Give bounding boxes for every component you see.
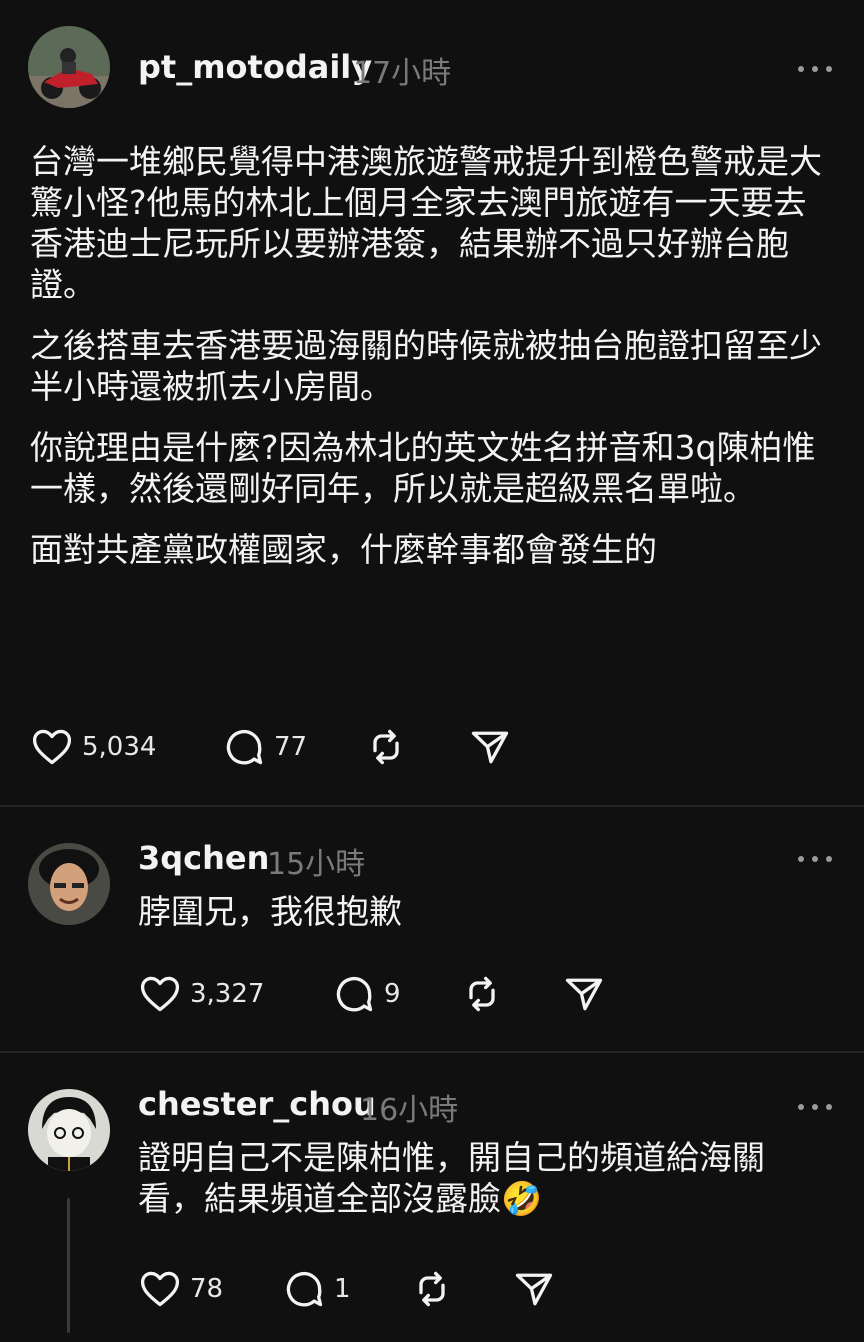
action-bar: 5,034 77 bbox=[30, 722, 530, 772]
avatar[interactable] bbox=[28, 843, 110, 925]
comment-icon bbox=[226, 730, 263, 765]
repost-button[interactable] bbox=[460, 969, 504, 1019]
send-icon bbox=[515, 1273, 553, 1306]
share-button[interactable] bbox=[468, 722, 512, 772]
post-paragraph: 台灣一堆鄉民覺得中港澳旅遊警戒提升到橙色警戒是大驚小怪?他馬的林北上個月全家去澳… bbox=[30, 142, 822, 304]
username[interactable]: chester_chou bbox=[138, 1085, 376, 1123]
post-paragraph: 之後搭車去香港要過海關的時候就被抽台胞證扣留至少半小時還被抓去小房間。 bbox=[30, 326, 822, 406]
timestamp: 17小時 bbox=[353, 56, 452, 91]
reply-count: 1 bbox=[334, 1274, 351, 1304]
heart-icon bbox=[140, 976, 180, 1012]
heart-icon bbox=[140, 1271, 180, 1307]
comment-icon bbox=[336, 977, 373, 1012]
like-button[interactable]: 3,327 bbox=[138, 969, 264, 1019]
like-count: 78 bbox=[190, 1274, 224, 1304]
post-paragraph: 你說理由是什麼?因為林北的英文姓名拼音和3q陳柏惟一樣，然後還剛好同年，所以就是… bbox=[30, 428, 816, 508]
repost-icon bbox=[373, 729, 399, 765]
timestamp: 16小時 bbox=[360, 1093, 459, 1128]
timestamp: 15小時 bbox=[267, 847, 366, 882]
post-text: 脖圍兄，我很抱歉 bbox=[138, 891, 828, 932]
heart-icon bbox=[32, 729, 72, 765]
post-text: 台灣一堆鄉民覺得中港澳旅遊警戒提升到橙色警戒是大驚小怪?他馬的林北上個月全家去澳… bbox=[30, 141, 830, 570]
avatar[interactable] bbox=[28, 26, 110, 108]
like-button[interactable]: 5,034 bbox=[30, 722, 156, 772]
repost-button[interactable] bbox=[410, 1264, 454, 1314]
more-options-icon[interactable] bbox=[798, 854, 832, 864]
username[interactable]: pt_motodaily bbox=[138, 48, 372, 86]
repost-icon bbox=[419, 1271, 445, 1307]
more-options-icon[interactable] bbox=[798, 1102, 832, 1112]
reply-post: chester_chou 16小時 證明自己不是陳柏惟，開自己的頻道給海關看，結… bbox=[0, 1053, 864, 1342]
avatar[interactable] bbox=[28, 1089, 110, 1171]
reply-post: 3qchen 15小時 脖圍兄，我很抱歉 3,327 9 bbox=[0, 807, 864, 1052]
reply-button[interactable]: 1 bbox=[282, 1264, 351, 1314]
post-text: 證明自己不是陳柏惟，開自己的頻道給海關看，結果頻道全部沒露臉🤣 bbox=[138, 1137, 828, 1219]
post-paragraph: 面對共產黨政權國家，什麼幹事都會發生的 bbox=[30, 530, 657, 569]
reply-count: 9 bbox=[384, 979, 401, 1009]
repost-icon bbox=[469, 976, 495, 1012]
share-button[interactable] bbox=[512, 1264, 556, 1314]
action-bar: 78 1 bbox=[138, 1264, 578, 1314]
repost-button[interactable] bbox=[364, 722, 408, 772]
reply-button[interactable]: 77 bbox=[222, 722, 307, 772]
more-options-icon[interactable] bbox=[798, 64, 832, 74]
send-icon bbox=[471, 731, 509, 764]
post-paragraph: 證明自己不是陳柏惟，開自己的頻道給海關看，結果頻道全部沒露臉🤣 bbox=[138, 1138, 765, 1218]
like-button[interactable]: 78 bbox=[138, 1264, 223, 1314]
username[interactable]: 3qchen bbox=[138, 839, 269, 877]
reply-count: 77 bbox=[274, 732, 308, 762]
like-count: 3,327 bbox=[190, 979, 265, 1009]
action-bar: 3,327 9 bbox=[138, 969, 618, 1019]
like-count: 5,034 bbox=[82, 732, 157, 762]
post-paragraph: 脖圍兄，我很抱歉 bbox=[138, 892, 402, 931]
share-button[interactable] bbox=[562, 969, 606, 1019]
send-icon bbox=[565, 978, 603, 1011]
reply-button[interactable]: 9 bbox=[332, 969, 401, 1019]
comment-icon bbox=[286, 1272, 323, 1307]
post-main: pt_motodaily 17小時 台灣一堆鄉民覺得中港澳旅遊警戒提升到橙色警戒… bbox=[0, 0, 864, 806]
thread-line bbox=[67, 1198, 70, 1333]
